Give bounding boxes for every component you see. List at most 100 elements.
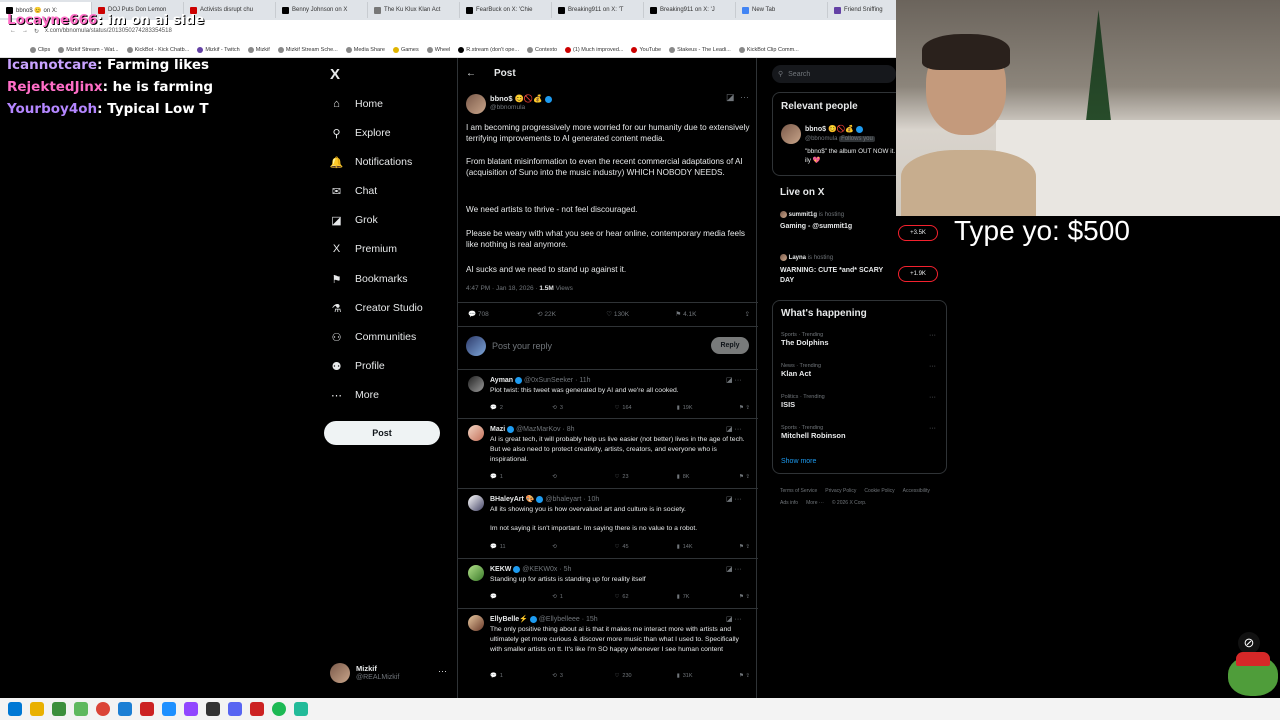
footer-link[interactable]: More ··· (806, 497, 824, 509)
live-item[interactable]: Layna is hosting WARNING: CUTE *and* SCA… (780, 254, 945, 288)
nav-bookmarks[interactable]: ⚑ Bookmarks (330, 271, 408, 287)
discord-icon[interactable] (228, 702, 242, 716)
back-icon[interactable]: ← (10, 28, 16, 34)
account-switcher[interactable]: Mizkif @REALMizkif ··· (330, 662, 452, 684)
avatar[interactable] (468, 495, 484, 511)
repost-action[interactable]: ⟲ (552, 474, 614, 480)
like-action[interactable]: ♡ 230 (614, 673, 676, 679)
grok-icon[interactable]: ◪ ··· (726, 615, 742, 623)
bookmark[interactable]: Wheel (426, 46, 450, 53)
avatar[interactable] (468, 615, 484, 631)
live-count-badge[interactable]: +1.9K (898, 266, 938, 282)
nav-notifications[interactable]: 🔔 Notifications (330, 154, 413, 170)
like-action[interactable]: ♡ 45 (614, 544, 676, 550)
live-count-badge[interactable]: +3.5K (898, 225, 938, 241)
footer-link[interactable]: Ads info (780, 497, 798, 509)
bookmark[interactable]: KickBot - Kick Chatb... (126, 46, 189, 53)
bookmark[interactable]: Contexto (527, 46, 557, 53)
views-action[interactable]: ▮ 8K (677, 474, 739, 480)
x-logo-icon[interactable]: X (330, 66, 340, 83)
repost-action[interactable]: ⟲ 22K (537, 310, 606, 318)
footer-link[interactable]: Accessibility (903, 485, 930, 497)
app-icon[interactable] (52, 702, 66, 716)
bookmark-share-icons[interactable]: ⚑ ⇪ (739, 474, 750, 480)
reply-item[interactable]: EllyBelle⚡ @Ellybelleee · 15h The only p… (458, 608, 758, 698)
app-icon[interactable] (162, 702, 176, 716)
bookmark-share-icons[interactable]: ⚑ ⇪ (739, 673, 750, 679)
nav-communities[interactable]: ⚇ Communities (330, 329, 417, 345)
avatar[interactable] (468, 425, 484, 441)
reply-action[interactable]: 💬 11 (490, 544, 552, 550)
views-action[interactable]: ▮ 31K (677, 673, 739, 679)
views-action[interactable]: ▮ 19K (677, 405, 739, 411)
share-icon[interactable]: ⇪ (745, 310, 750, 318)
app-icon[interactable] (118, 702, 132, 716)
like-action[interactable]: ♡ 130K (606, 310, 675, 318)
trend-item[interactable]: News · Trending Klan Act ··· (781, 363, 941, 378)
browser-tab[interactable]: The Ku Klux Klan Act (368, 2, 460, 18)
bookmark[interactable]: Mizkif Stream Sche... (277, 46, 338, 53)
bookmark[interactable]: (1) Much improved... (565, 46, 623, 53)
footer-link[interactable]: Cookie Policy (864, 485, 894, 497)
forward-icon[interactable]: → (22, 28, 28, 34)
twitch-icon[interactable] (184, 702, 198, 716)
browser-tab[interactable]: New Tab (736, 2, 828, 18)
footer-link[interactable]: Terms of Service (780, 485, 817, 497)
views-action[interactable]: ▮ 14K (677, 544, 739, 550)
nav-home[interactable]: ⌂ Home (330, 96, 383, 112)
app-icon[interactable] (74, 702, 88, 716)
grok-icon[interactable]: ◪ ··· (726, 565, 742, 573)
nav-creator-studio[interactable]: ⚗ Creator Studio (330, 300, 423, 316)
reply-action[interactable]: 💬 2 (490, 405, 552, 411)
nav-profile[interactable]: ⚉ Profile (330, 358, 385, 374)
avatar[interactable] (468, 376, 484, 392)
bookmark[interactable]: Clips (30, 46, 50, 53)
browser-tab[interactable]: Benny Johnson on X (276, 2, 368, 18)
avatar[interactable] (781, 124, 801, 144)
nav-explore[interactable]: ⚲ Explore (330, 125, 390, 141)
reply-item[interactable]: KEKW @KEKW0x · 5h Standing up for artist… (458, 558, 758, 608)
reply-item[interactable]: BHaleyArt 🎨 @bhaleyart · 10h All its sho… (458, 488, 758, 558)
app-icon[interactable] (294, 702, 308, 716)
author-handle[interactable]: @bbnomula (490, 104, 525, 111)
grok-icon[interactable]: ◪ ··· (726, 495, 742, 503)
bookmark[interactable]: Media Share (345, 46, 385, 53)
reply-action[interactable]: 💬 708 (468, 310, 537, 318)
show-more-link[interactable]: Show more (781, 458, 816, 465)
obs-icon[interactable] (206, 702, 220, 716)
bookmark[interactable]: YouTube (631, 46, 661, 53)
spotify-icon[interactable] (272, 702, 286, 716)
reply-action[interactable]: 💬 (490, 594, 552, 600)
bookmark[interactable]: R.stream (don't ope... (458, 46, 519, 53)
repost-action[interactable]: ⟲ (552, 544, 614, 550)
repost-action[interactable]: ⟲ 3 (552, 673, 614, 679)
app-icon[interactable] (140, 702, 154, 716)
more-icon[interactable]: ··· (929, 363, 936, 370)
views-action[interactable]: ▮ 7K (677, 594, 739, 600)
reply-input[interactable]: Post your reply (492, 341, 552, 351)
person-name[interactable]: bbno$ 😊🚫💰 (805, 125, 864, 133)
repost-action[interactable]: ⟲ 1 (552, 594, 614, 600)
bookmark-share-icons[interactable]: ⚑ ⇪ (739, 405, 750, 411)
bookmark[interactable]: Games (392, 46, 419, 53)
reload-icon[interactable]: ↻ (34, 28, 39, 35)
author-name[interactable]: bbno$ 😊🚫💰 (490, 94, 552, 103)
bookmark[interactable]: Mizkif (247, 46, 270, 53)
browser-tab[interactable]: Breaking911 on X: 'J (644, 2, 736, 18)
more-icon[interactable]: ··· (438, 666, 447, 676)
grok-icon[interactable]: ◪ ··· (726, 425, 742, 433)
trend-item[interactable]: Sports · Trending Mitchell Robinson ··· (781, 425, 941, 440)
reply-button[interactable]: Reply (711, 337, 749, 354)
more-icon[interactable]: ··· (740, 92, 749, 102)
chrome-icon[interactable] (96, 702, 110, 716)
trend-item[interactable]: Sports · Trending The Dolphins ··· (781, 332, 941, 347)
reply-item[interactable]: Ayman @0xSunSeeker · 11h Plot twist: thi… (458, 369, 758, 418)
windows-start-icon[interactable] (8, 702, 22, 716)
bookmark-share-icons[interactable]: ⚑ ⇪ (739, 544, 750, 550)
reply-action[interactable]: 💬 1 (490, 474, 552, 480)
grok-icon[interactable]: ◪ (726, 92, 735, 103)
author-avatar[interactable] (466, 94, 486, 114)
like-action[interactable]: ♡ 23 (614, 474, 676, 480)
bookmark-action[interactable]: ⚑ 4.1K (675, 310, 744, 318)
search-input[interactable]: ⚲ Search (772, 65, 896, 83)
